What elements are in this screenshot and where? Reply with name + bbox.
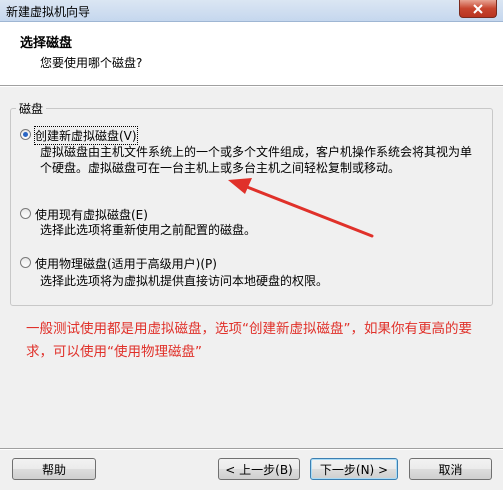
footer-divider-highlight — [0, 449, 503, 450]
close-button[interactable] — [459, 0, 497, 18]
page-subtitle: 您要使用哪个磁盘? — [40, 56, 143, 70]
wizard-header: 选择磁盘 您要使用哪个磁盘? — [0, 22, 503, 86]
option-desc-use-existing-disk: 选择此选项将重新使用之前配置的磁盘。 — [40, 222, 256, 238]
window-title: 新建虚拟机向导 — [6, 5, 91, 19]
desc-line: 虚拟磁盘由主机文件系统上的一个或多个文件组成，客户机操作系统会将其视为单 — [40, 145, 473, 159]
next-button[interactable]: 下一步(N) > — [310, 458, 398, 480]
desc-line: 个硬盘。虚拟磁盘可在一台主机上或多台主机之间轻松复制或移动。 — [40, 161, 401, 175]
desc-line: 选择此选项将重新使用之前配置的磁盘。 — [40, 223, 257, 237]
title-bar[interactable]: 新建虚拟机向导 — [0, 0, 503, 22]
close-icon — [473, 3, 483, 14]
option-label-create-new-disk[interactable]: 创建新虚拟磁盘(V) — [34, 126, 138, 145]
option-label-use-physical-disk[interactable]: 使用物理磁盘(适用于高级用户)(P) — [35, 255, 217, 272]
cancel-button[interactable]: 取消 — [409, 458, 492, 480]
page-title: 选择磁盘 — [20, 36, 73, 51]
radio-use-existing-disk[interactable] — [20, 208, 31, 219]
radio-use-physical-disk[interactable] — [20, 257, 31, 268]
option-desc-create-new-disk: 虚拟磁盘由主机文件系统上的一个或多个文件组成，客户机操作系统会将其视为单 个硬盘… — [40, 144, 472, 176]
disk-group-label: 磁盘 — [16, 100, 47, 117]
annotation-note: 一般测试使用都是用虚拟磁盘，选项“创建新虚拟磁盘”，如果你有更高的要求，可以使用… — [26, 321, 472, 360]
option-desc-use-physical-disk: 选择此选项将为虚拟机提供直接访问本地硬盘的权限。 — [40, 273, 328, 289]
option-label-use-existing-disk[interactable]: 使用现有虚拟磁盘(E) — [35, 206, 148, 223]
help-button[interactable]: 帮助 — [12, 458, 96, 480]
header-divider — [0, 86, 503, 87]
back-button[interactable]: < 上一步(B) — [218, 458, 300, 480]
new-vm-wizard-window: 新建虚拟机向导 选择磁盘 您要使用哪个磁盘? 磁盘 创建新虚拟磁盘(V) 虚拟磁… — [0, 0, 503, 490]
desc-line: 选择此选项将为虚拟机提供直接访问本地硬盘的权限。 — [40, 274, 329, 288]
radio-create-new-disk[interactable] — [20, 129, 31, 140]
